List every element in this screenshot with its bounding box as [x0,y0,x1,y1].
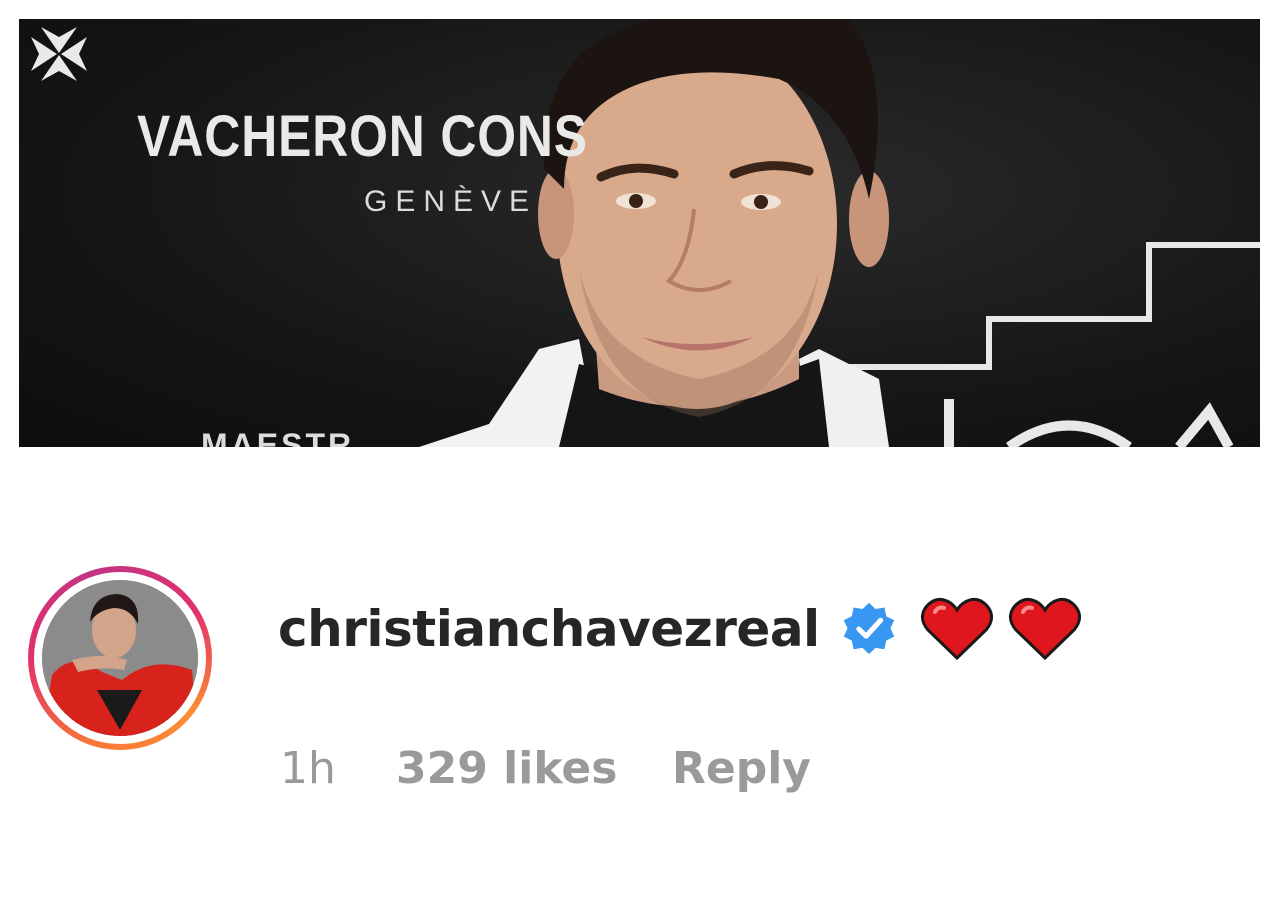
story-ring[interactable] [28,566,212,750]
verified-badge-icon [843,602,894,654]
brand-city: GENÈVE [364,185,538,218]
comment-row: christianchavezreal [278,594,1082,664]
username-link[interactable]: christianchavezreal [278,600,820,658]
brand-name: VACHERON CONS [137,104,588,169]
heart-icon [1008,597,1081,661]
likes-count-link[interactable]: 329 likes [396,738,617,800]
portrait-illustration [419,19,1260,447]
reply-button[interactable]: Reply [672,738,811,800]
comment-text [920,596,1082,662]
comment-timestamp: 1h [280,743,336,794]
post-photo: VACHERON CONS GENÈVE MAESTR [19,19,1260,447]
avatar-illustration [42,580,198,736]
maltese-cross-icon [31,27,87,81]
brand-tag: MAESTR [201,427,355,447]
avatar[interactable] [42,580,198,736]
heart-icon [920,597,993,661]
